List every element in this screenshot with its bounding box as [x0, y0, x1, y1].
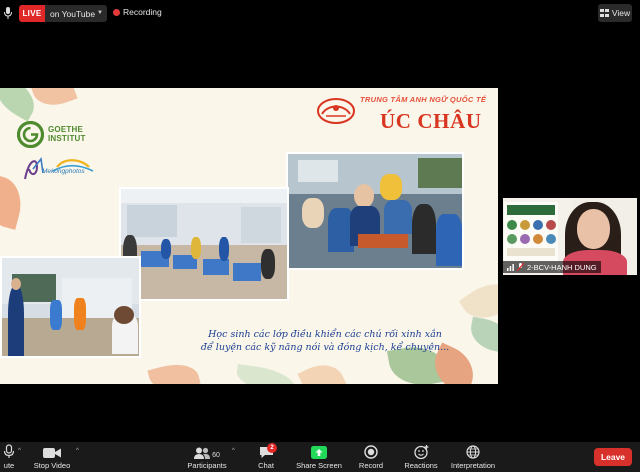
recording-status: Recording [123, 7, 162, 17]
reactions-label: Reactions [404, 461, 438, 470]
chat-unread-badge: 2 [267, 443, 277, 453]
mute-label: ute [3, 461, 15, 470]
participants-button[interactable]: 60 Participants [184, 442, 230, 472]
leaf-decoration [0, 174, 28, 230]
chat-label: Chat [258, 461, 274, 470]
live-badge[interactable]: LIVE [19, 5, 45, 22]
classroom-photo [286, 152, 464, 270]
participant-name-tag: 2-BCV-HẠNH DUNG [503, 261, 601, 273]
goethe-line-2: INSTITUT [48, 134, 86, 143]
muted-microphone-icon [517, 263, 524, 271]
leaf-decoration [467, 316, 498, 354]
participant-face [577, 209, 610, 249]
share-screen-icon [311, 446, 327, 459]
video-camera-icon [43, 448, 61, 458]
shared-screen: GOETHE INSTITUT Mekongphotos TRUNG TÂM A… [0, 88, 498, 384]
share-screen-button[interactable]: Share Screen [294, 442, 344, 472]
interpretation-label: Interpretation [450, 461, 496, 470]
participant-video-tile[interactable]: 2-BCV-HẠNH DUNG [503, 198, 637, 275]
record-icon [364, 445, 378, 459]
stop-video-label: Stop Video [33, 461, 71, 470]
leaf-decoration [30, 88, 78, 112]
participant-name: 2-BCV-HẠNH DUNG [527, 262, 597, 272]
classroom-photo [0, 256, 141, 358]
mekong-photos-label: Mekongphotos [42, 168, 85, 175]
reactions-button[interactable]: Reactions [402, 442, 440, 472]
participants-icon [194, 447, 211, 459]
leave-button[interactable]: Leave [594, 448, 632, 466]
mute-options-chevron-icon[interactable]: ^ [18, 448, 21, 454]
leaf-decoration [297, 356, 347, 384]
video-options-chevron-icon[interactable]: ^ [76, 448, 79, 454]
chevron-down-icon: ▼ [97, 10, 103, 16]
mute-button[interactable]: ute [0, 442, 18, 472]
globe-icon [466, 445, 480, 459]
meeting-toolbar: ute ^ Stop Video ^ 60 Participants ^ Cha… [0, 442, 640, 472]
background-poster [504, 202, 558, 262]
share-screen-label: Share Screen [296, 461, 342, 470]
center-subtitle: TRUNG TÂM ANH NGỮ QUỐC TẾ [360, 95, 487, 104]
microphone-icon [3, 444, 15, 458]
slide-caption-line-1: Học sinh các lớp điều khiển các chú rối … [208, 329, 442, 340]
record-button[interactable]: Record [354, 442, 388, 472]
participants-count: 60 [212, 452, 220, 459]
record-label: Record [358, 461, 384, 470]
goethe-line-1: GOETHE [48, 125, 83, 134]
leaf-decoration [147, 358, 201, 384]
interpretation-button[interactable]: Interpretation [448, 442, 498, 472]
signal-bars-icon [507, 263, 514, 271]
top-bar: LIVE on YouTube ▼ Recording View [0, 0, 640, 26]
goethe-institut-wordmark: GOETHE INSTITUT [48, 125, 86, 143]
goethe-logo-icon [17, 121, 44, 148]
participants-options-chevron-icon[interactable]: ^ [232, 448, 235, 454]
center-title: ÚC CHÂU [380, 109, 482, 133]
view-label: View [611, 8, 631, 18]
view-button[interactable]: View [598, 4, 632, 22]
microphone-icon[interactable] [3, 7, 13, 19]
grid-view-icon [599, 9, 609, 17]
smiley-plus-icon [413, 445, 428, 459]
participants-label: Participants [187, 461, 227, 470]
slide-caption-line-2: để luyện các kỹ năng nói và đóng kịch, k… [200, 342, 450, 353]
leaf-decoration [234, 363, 298, 384]
live-label: LIVE [22, 9, 42, 18]
leave-label: Leave [600, 452, 626, 462]
uc-chau-emblem-icon [317, 98, 355, 124]
classroom-photo [119, 187, 289, 301]
stop-video-button[interactable]: Stop Video [30, 442, 74, 472]
recording-dot-icon [113, 9, 120, 16]
stream-destination-label: on YouTube [50, 8, 96, 19]
stream-destination-dropdown[interactable]: on YouTube ▼ [45, 5, 107, 22]
